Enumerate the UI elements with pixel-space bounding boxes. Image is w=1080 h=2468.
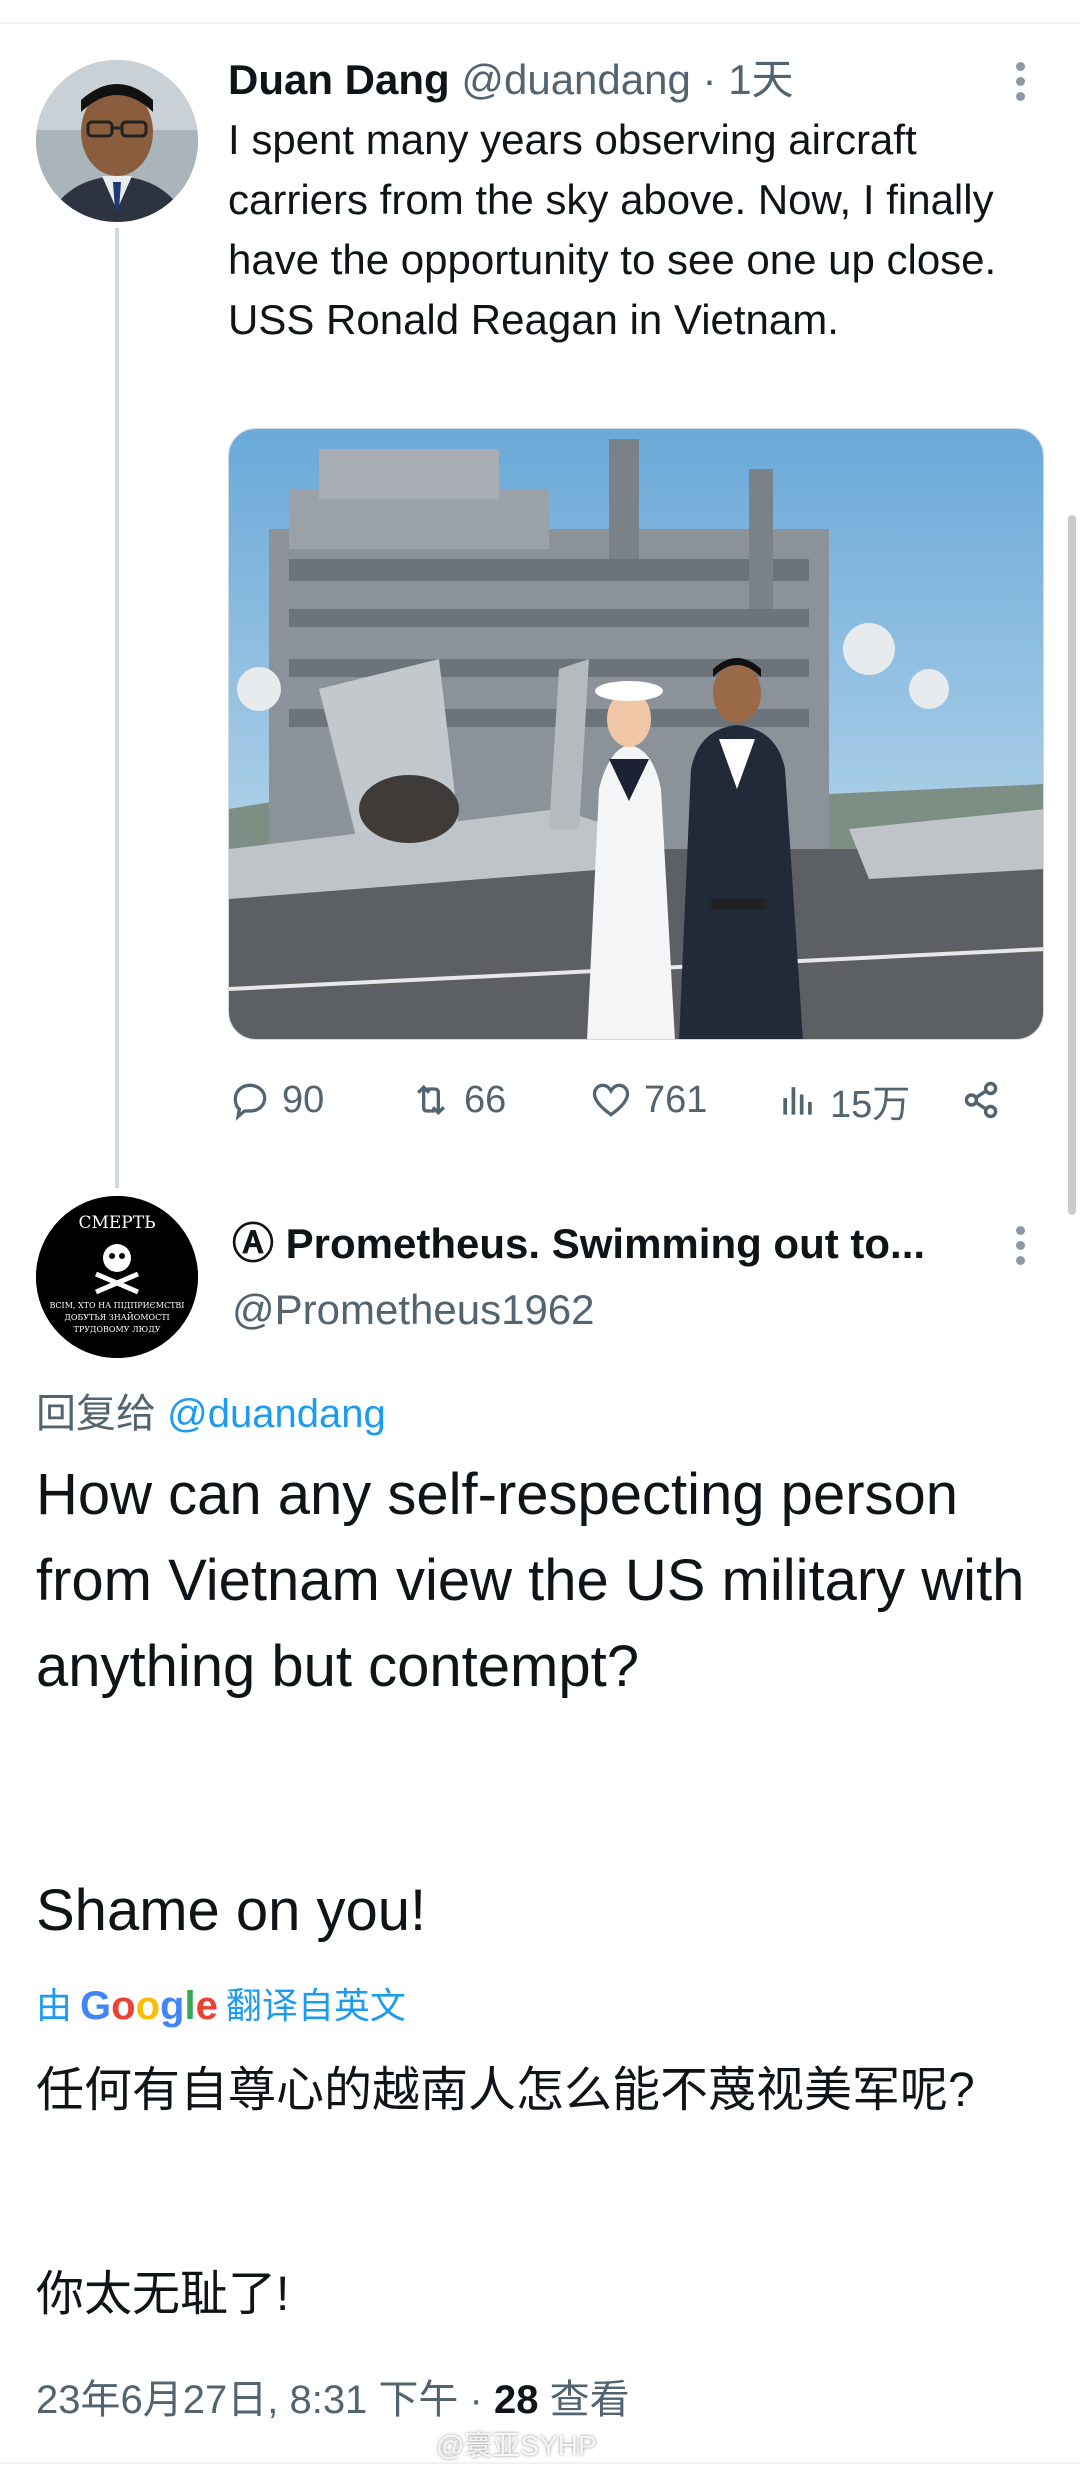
tweet-time[interactable]: 1天 — [728, 56, 793, 103]
like-button[interactable]: 761 — [588, 1070, 707, 1130]
avatar-title: СМЕРТЬ — [78, 1213, 155, 1233]
replying-to-label: 回复给 — [36, 1392, 156, 1436]
replying-to-handle[interactable]: @duandang — [167, 1392, 386, 1436]
tweet-timestamp[interactable]: 23年6月27日, 8:31 下午 — [36, 2378, 458, 2422]
tweet-metadata: 23年6月27日, 8:31 下午 · 28 查看 — [36, 2370, 630, 2430]
views-count: 15万 — [830, 1083, 911, 1126]
translated-text-paragraph-1: 任何有自尊心的越南人怎么能不蔑视美军呢? — [36, 2064, 975, 2117]
more-icon[interactable] — [1016, 62, 1028, 107]
reply-text-paragraph-1: How can any self-respecting person from … — [36, 1462, 1025, 1699]
bottom-divider — [0, 2462, 1080, 2464]
avatar-line-1: ВСІМ, ХТО НА ПІДПРИЄМСТВІ — [50, 1301, 185, 1310]
avatar-line-3: ТРУДОВОМУ ЛЮДУ — [73, 1325, 160, 1334]
watermark: @寰亚SYHP — [436, 2430, 597, 2461]
scrollbar[interactable] — [1068, 515, 1076, 1215]
tweet-photo[interactable] — [228, 428, 1044, 1040]
share-icon — [964, 1081, 998, 1119]
google-logo: Google — [80, 1984, 218, 2028]
separator-dot: · — [702, 56, 717, 103]
translation-prefix: 由 — [36, 1985, 73, 2026]
author-name[interactable]: Duan Dang — [228, 56, 450, 103]
reply-views-label: 查看 — [549, 2378, 630, 2422]
retweet-button[interactable]: 66 — [408, 1070, 506, 1130]
translation-suffix: 翻译自英文 — [225, 1985, 406, 2026]
reply-views-count: 28 — [494, 2378, 539, 2422]
translation-attribution[interactable]: 由 Google 翻译自英文 — [36, 1978, 406, 2034]
reply-author-name[interactable]: Ⓐ Prometheus. Swimming out to... — [232, 1214, 972, 1274]
reply-text-paragraph-2: Shame on you! — [36, 1878, 427, 1943]
views-icon — [783, 1087, 812, 1115]
reply-button[interactable]: 90 — [228, 1070, 324, 1130]
like-count: 761 — [644, 1078, 708, 1121]
reply-count: 90 — [282, 1078, 325, 1121]
replying-to: 回复给 @duandang — [36, 1384, 386, 1444]
views-button[interactable]: 15万 — [776, 1070, 910, 1130]
translated-text-paragraph-2: 你太无耻了! — [36, 2268, 290, 2321]
tweet-header: Duan Dang @duandang · 1天 — [228, 50, 794, 110]
author-handle[interactable]: @duandang — [461, 56, 691, 103]
reply-more-icon[interactable] — [1016, 1226, 1028, 1271]
tweet-text: I spent many years observing aircraft ca… — [228, 116, 997, 343]
reply-author-handle[interactable]: @Prometheus1962 — [232, 1280, 595, 1340]
meta-separator: · — [469, 2378, 483, 2422]
thread-line — [115, 228, 119, 1188]
avatar-line-2: ДОБУТЬЯ ЗНАЙОМОСТІ — [64, 1313, 169, 1322]
retweet-icon — [416, 1084, 446, 1116]
reply-icon — [233, 1083, 267, 1121]
like-icon — [592, 1083, 630, 1117]
retweet-count: 66 — [464, 1078, 507, 1121]
share-button[interactable] — [958, 1070, 1014, 1130]
tweet-actions: 90 66 761 15万 — [228, 1070, 1018, 1130]
avatar[interactable] — [36, 60, 198, 222]
reply-avatar[interactable]: СМЕРТЬ ВСІМ, ХТО НА ПІДПРИЄМСТВІ ДОБУТЬЯ… — [36, 1196, 198, 1358]
top-divider — [0, 22, 1080, 24]
